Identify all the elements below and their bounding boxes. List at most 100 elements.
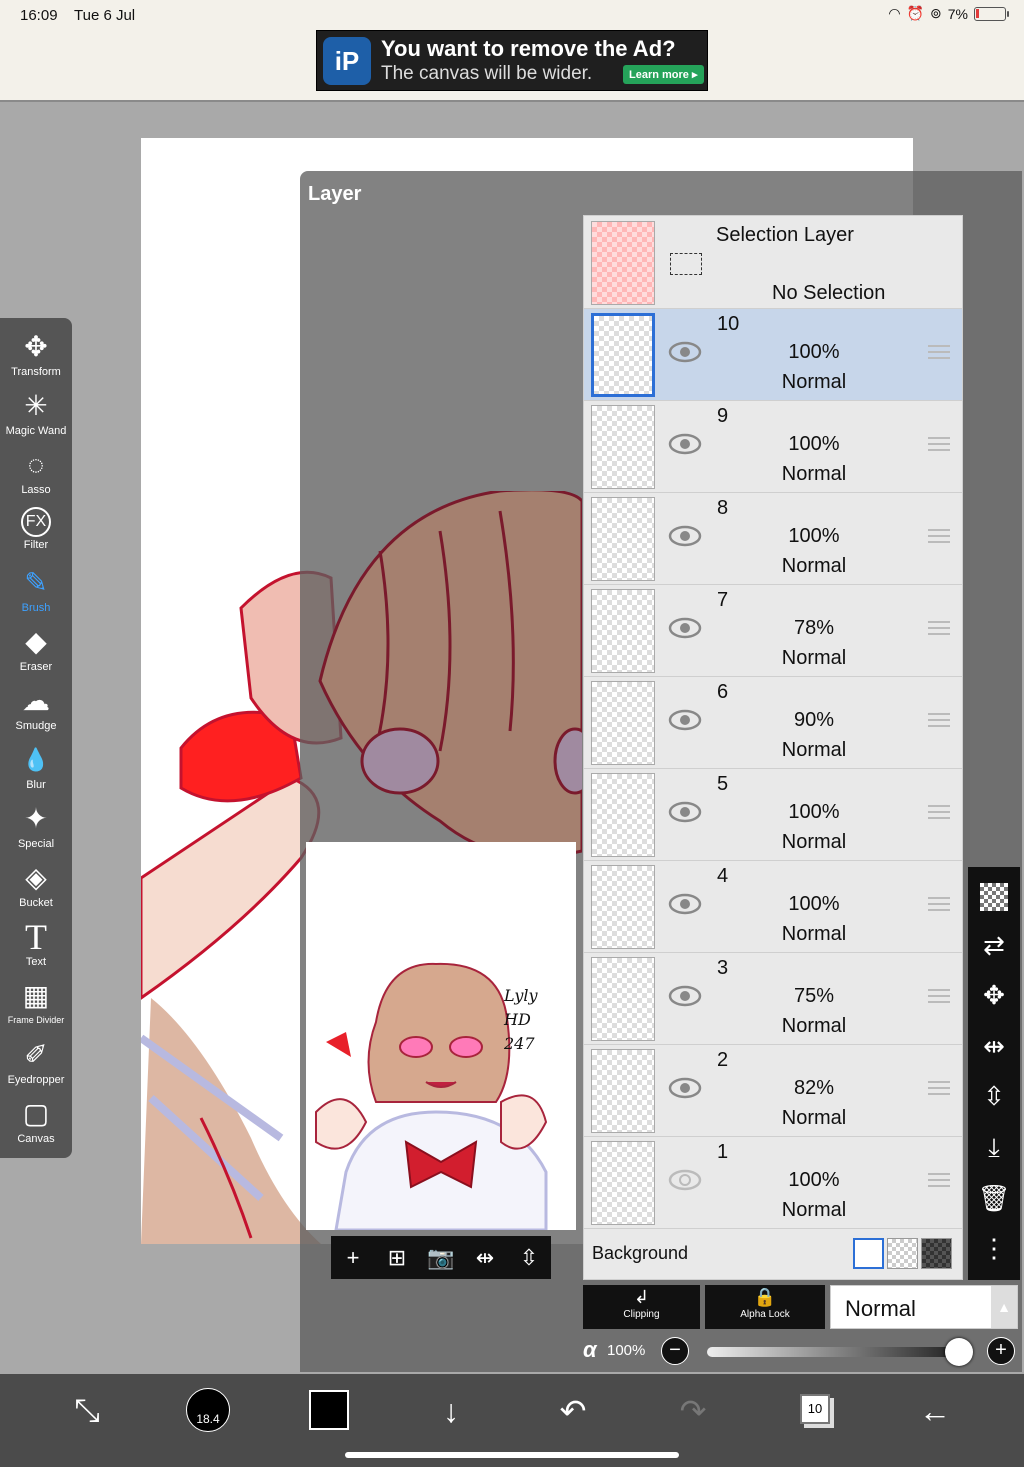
tool-smudge[interactable]: ☁ Smudge — [0, 684, 72, 743]
learn-more-button[interactable]: Learn more ▸ — [623, 65, 704, 84]
layer-row-7[interactable]: 7 78% Normal — [584, 585, 962, 677]
tool-label: Eraser — [19, 661, 53, 673]
layer-row-4[interactable]: 4 100% Normal — [584, 861, 962, 953]
quick-menu-icon[interactable]: ⤡ — [62, 1388, 112, 1434]
blend-bar: ↲ Clipping 🔒 Alpha Lock Normal ▲ — [583, 1285, 1019, 1329]
drag-handle-icon[interactable] — [928, 1081, 950, 1095]
battery-icon — [974, 6, 1009, 21]
layer-blend-mode: Normal — [781, 647, 847, 669]
layer-number: 8 — [717, 497, 729, 519]
tool-canvas[interactable]: ▢ Canvas — [0, 1097, 72, 1156]
layer-row-8[interactable]: 8 100% Normal — [584, 493, 962, 585]
trash-icon[interactable]: 🗑 — [977, 1183, 1010, 1214]
layer-row-6[interactable]: 6 90% Normal — [584, 677, 962, 769]
decrease-opacity-button[interactable]: − — [661, 1337, 689, 1365]
layer-opacity: 82% — [793, 1077, 835, 1099]
background-white-swatch[interactable] — [853, 1238, 884, 1269]
layer-opacity: 90% — [793, 709, 835, 731]
tool-lasso[interactable]: ◌ Lasso — [0, 448, 72, 507]
drag-handle-icon[interactable] — [928, 989, 950, 1003]
eye-icon[interactable] — [668, 709, 702, 731]
eye-icon[interactable] — [668, 893, 702, 915]
drag-handle-icon[interactable] — [928, 437, 950, 451]
layer-opacity: 100% — [788, 1169, 840, 1191]
more-options-icon[interactable]: ⋮ — [981, 1233, 1007, 1264]
tool-eyedropper[interactable]: ✐ Eyedropper — [0, 1038, 72, 1097]
ad-banner[interactable]: iP You want to remove the Ad? The canvas… — [316, 30, 708, 91]
opacity-slider-knob[interactable] — [945, 1338, 973, 1366]
eye-icon[interactable] — [668, 341, 702, 363]
layer-row-2[interactable]: 2 82% Normal — [584, 1045, 962, 1137]
drag-handle-icon[interactable] — [928, 805, 950, 819]
add-layer-icon[interactable]: + — [338, 1245, 368, 1271]
tool-frame-divider[interactable]: ▦ Frame Divider — [0, 979, 72, 1038]
transparency-icon[interactable] — [980, 882, 1008, 911]
eye-icon[interactable] — [668, 801, 702, 823]
add-layer-copy-icon[interactable]: ⊞ — [382, 1245, 412, 1271]
alpha-lock-button[interactable]: 🔒 Alpha Lock — [705, 1285, 825, 1329]
tool-blur[interactable]: 💧 Blur — [0, 743, 72, 802]
arrow-down-icon[interactable]: ↓ — [426, 1388, 476, 1434]
tool-filter[interactable]: FX Filter — [0, 507, 72, 566]
redo-icon[interactable]: ↷ — [668, 1388, 718, 1434]
selection-layer-row[interactable]: Selection Layer No Selection — [584, 216, 962, 309]
eye-icon[interactable] — [668, 617, 702, 639]
background-dark-swatch[interactable] — [921, 1238, 952, 1269]
brush-size-button[interactable]: 18.4 — [186, 1388, 230, 1432]
tool-text[interactable]: T Text — [0, 919, 72, 979]
drag-handle-icon[interactable] — [928, 897, 950, 911]
tool-special[interactable]: ✦ Special — [0, 802, 72, 861]
eye-icon[interactable] — [668, 1077, 702, 1099]
clipping-icon: ↲ — [633, 1287, 650, 1307]
background-row: Background — [584, 1229, 962, 1279]
back-arrow-icon[interactable]: ← — [910, 1388, 960, 1434]
blur-icon: 💧 — [22, 747, 50, 772]
tool-label: Bucket — [19, 897, 53, 909]
flip-horizontal-icon[interactable]: ⇹ — [983, 1031, 1005, 1062]
merge-down-icon[interactable]: ⤓ — [988, 1132, 1000, 1164]
status-right: ◠ ⏰ ⊚ 7% — [888, 5, 1009, 22]
drag-handle-icon[interactable] — [928, 529, 950, 543]
blend-mode-select[interactable]: Normal ▲ — [830, 1285, 1018, 1329]
drag-handle-icon[interactable] — [928, 345, 950, 359]
layer-row-1[interactable]: 1 100% Normal — [584, 1137, 962, 1229]
layer-thumbnail — [591, 865, 655, 949]
canvas-preview[interactable]: Lyly HD 247 — [306, 842, 576, 1230]
convert-layer-icon[interactable]: ⇄ — [983, 930, 1005, 961]
undo-icon[interactable]: ↶ — [548, 1388, 598, 1434]
primary-color-swatch[interactable] — [309, 1390, 349, 1430]
selection-layer-thumbnail — [591, 221, 655, 305]
drag-handle-icon[interactable] — [928, 713, 950, 727]
move-icon[interactable]: ✥ — [983, 980, 1005, 1011]
drag-handle-icon[interactable] — [928, 1173, 950, 1187]
drag-handle-icon[interactable] — [928, 621, 950, 635]
orientation-lock-icon: ⊚ — [930, 5, 942, 21]
background-transparent-swatch[interactable] — [887, 1238, 918, 1269]
increase-opacity-button[interactable]: + — [987, 1337, 1015, 1365]
layer-row-5[interactable]: 5 100% Normal — [584, 769, 962, 861]
layer-row-10[interactable]: 10 100% Normal — [584, 309, 962, 401]
tool-label: Lasso — [21, 484, 51, 496]
tool-transform[interactable]: ✥ Transform — [0, 330, 72, 389]
layers-button[interactable]: 10 — [800, 1394, 830, 1424]
layer-row-9[interactable]: 9 100% Normal — [584, 401, 962, 493]
eye-icon[interactable] — [668, 433, 702, 455]
layer-actions-strip: ⇄ ✥ ⇹ ⇳ ⤓ 🗑 ⋮ — [968, 867, 1020, 1280]
tool-eraser[interactable]: ◆ Eraser — [0, 625, 72, 684]
eye-hidden-icon[interactable] — [668, 1169, 702, 1191]
layer-row-3[interactable]: 3 75% Normal — [584, 953, 962, 1045]
camera-icon[interactable]: 📷 — [426, 1245, 456, 1271]
tool-bucket[interactable]: ◈ Bucket — [0, 861, 72, 920]
flip-vertical-icon[interactable]: ⇳ — [514, 1245, 544, 1271]
opacity-slider[interactable] — [707, 1347, 957, 1357]
eye-icon[interactable] — [668, 985, 702, 1007]
clipping-button[interactable]: ↲ Clipping — [583, 1285, 700, 1329]
eye-icon[interactable] — [668, 525, 702, 547]
tool-brush[interactable]: ✎ Brush — [0, 566, 72, 625]
layer-number: 5 — [717, 773, 729, 795]
flip-vertical-icon[interactable]: ⇳ — [983, 1081, 1005, 1112]
status-time: 16:09 — [20, 7, 58, 24]
layer-blend-mode: Normal — [781, 371, 847, 393]
tool-magic-wand[interactable]: ✳ Magic Wand — [0, 389, 72, 448]
flip-horizontal-icon[interactable]: ⇹ — [470, 1245, 500, 1271]
